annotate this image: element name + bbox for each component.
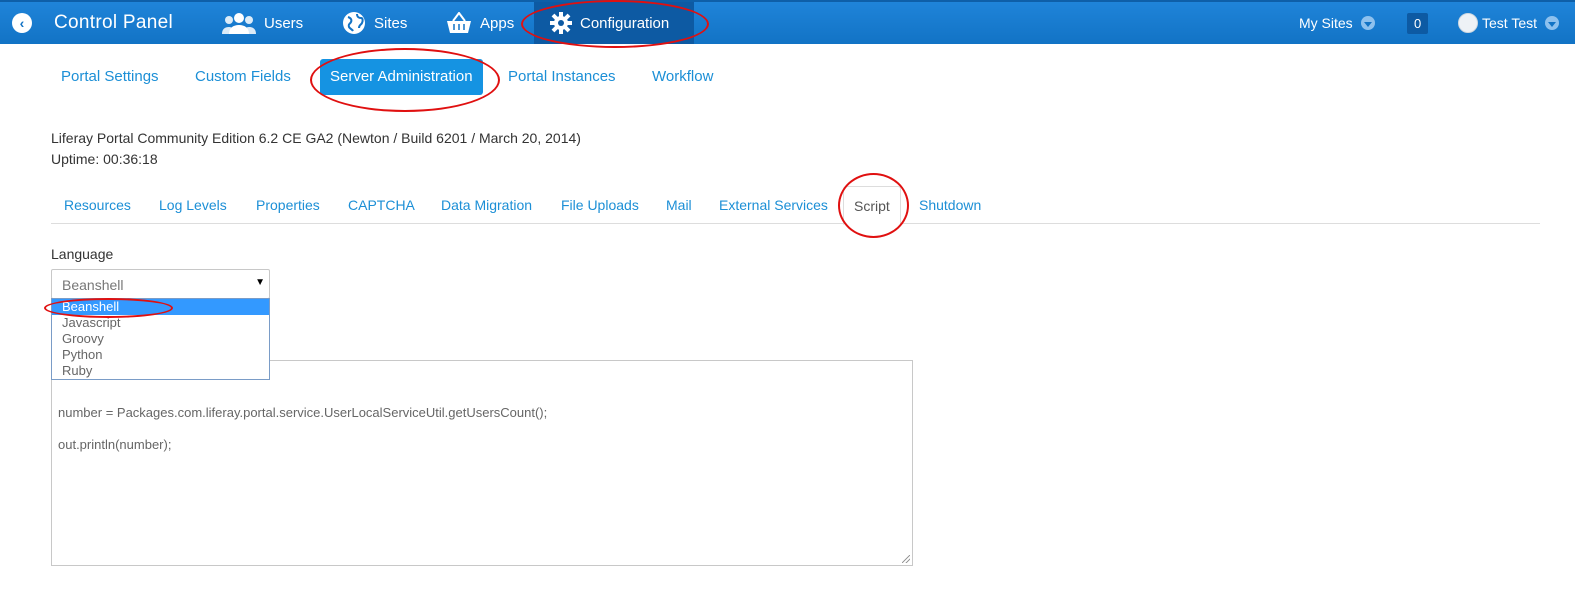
nav-custom-fields[interactable]: Custom Fields [185,59,301,95]
tab-script[interactable]: Script [843,186,901,225]
tab-properties[interactable]: Properties [256,186,320,224]
my-sites-menu[interactable]: My Sites [1299,2,1375,44]
avatar [1458,13,1478,33]
app-title: Control Panel [54,12,174,33]
tab-log-levels[interactable]: Log Levels [159,186,227,224]
dock-item-configuration[interactable]: Configuration [534,2,694,44]
user-name: Test Test [1482,15,1537,31]
language-option-groovy[interactable]: Groovy [52,331,269,347]
nav-server-administration[interactable]: Server Administration [320,59,483,95]
dock-label-sites: Sites [374,14,408,32]
script-line: number = Packages.com.liferay.portal.ser… [58,405,548,420]
language-option-javascript[interactable]: Javascript [52,315,269,331]
script-line [58,389,906,405]
chevron-down-icon [1545,16,1559,30]
version-text: Liferay Portal Community Edition 6.2 CE … [51,130,581,146]
server-admin-tabs: Resources Log Levels Properties CAPTCHA … [51,186,1540,225]
language-option-beanshell[interactable]: Beanshell [52,299,269,315]
script-line [58,421,906,437]
my-sites-label: My Sites [1299,15,1353,31]
dock-label-apps: Apps [480,14,515,32]
tab-external-services[interactable]: External Services [719,186,828,224]
script-textarea[interactable]: number = Packages.com.liferay.portal.ser… [51,360,913,566]
resize-grip-icon[interactable] [902,555,910,563]
tab-file-uploads[interactable]: File Uploads [561,186,639,224]
tab-resources[interactable]: Resources [64,186,131,224]
notification-count-badge: 0 [1407,12,1429,34]
nav-portal-settings[interactable]: Portal Settings [51,59,169,95]
users-icon [222,13,256,34]
script-line: out.println(number); [58,437,172,452]
dropdown-arrow-icon: ▼ [255,277,265,288]
user-menu[interactable]: Test Test [1458,2,1559,44]
tab-captcha[interactable]: CAPTCHA [348,186,415,224]
language-option-python[interactable]: Python [52,347,269,363]
nav-portal-instances[interactable]: Portal Instances [498,59,626,95]
dock-item-sites[interactable]: Sites [332,2,417,44]
back-icon[interactable]: ‹ [12,13,32,33]
language-select-value: Beanshell [62,277,124,293]
tab-mail[interactable]: Mail [666,186,692,224]
portal-version-info: Liferay Portal Community Edition 6.2 CE … [51,128,581,170]
tab-data-migration[interactable]: Data Migration [441,186,532,224]
language-option-ruby[interactable]: Ruby [52,363,269,379]
dock-item-users[interactable]: Users [212,2,313,44]
globe-icon [343,12,365,34]
gear-icon [550,12,572,34]
language-dropdown-list: Beanshell Javascript Groovy Python Ruby [51,298,270,380]
dock-label-configuration: Configuration [580,14,670,32]
dock-bar: ‹ Control Panel Users Sites Apps Configu… [0,0,1575,44]
chevron-down-icon [1360,16,1375,30]
language-label: Language [51,246,114,262]
dock-label-users: Users [264,14,304,32]
notifications[interactable]: 0 [1407,2,1429,44]
language-select[interactable]: Beanshell ▼ [51,269,270,299]
dock-item-apps[interactable]: Apps [436,2,524,44]
basket-icon [447,12,471,33]
tab-shutdown[interactable]: Shutdown [919,186,981,224]
uptime-text: Uptime: 00:36:18 [51,151,158,167]
nav-workflow[interactable]: Workflow [642,59,723,95]
